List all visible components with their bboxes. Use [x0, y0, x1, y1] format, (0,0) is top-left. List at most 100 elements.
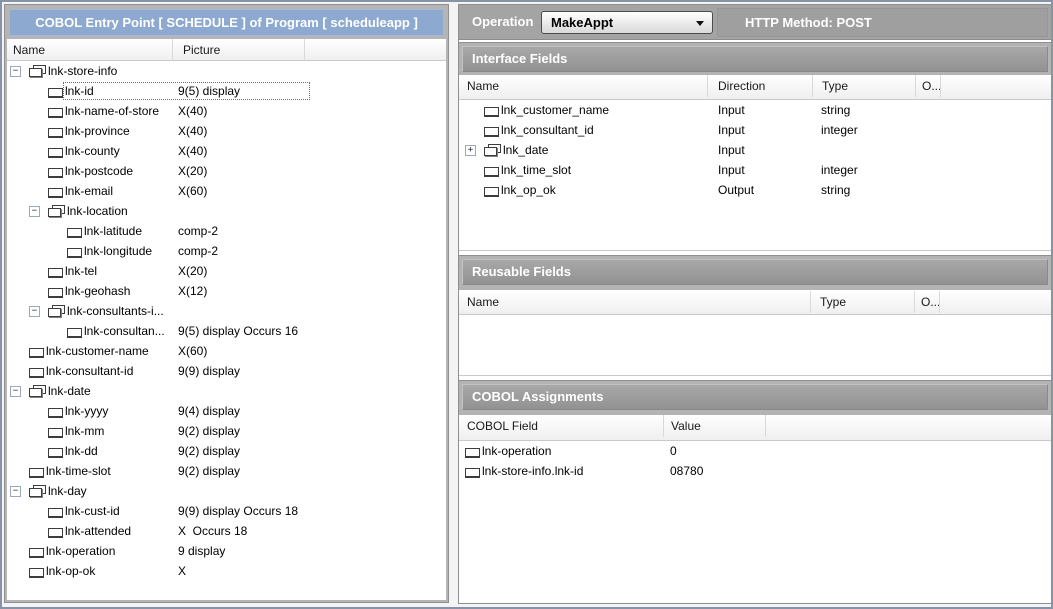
leaf-icon: [484, 165, 500, 176]
field-name: lnk-cust-id: [64, 504, 120, 518]
interface-field-row[interactable]: lnk_consultant_id Input integer: [459, 120, 1051, 140]
interface-field-row[interactable]: lnk_op_ok Output string: [459, 180, 1051, 200]
expand-toggle-icon[interactable]: +: [465, 145, 476, 156]
field-name: lnk-location: [66, 204, 128, 218]
tree-row[interactable]: lnk-geohash X(12): [7, 281, 446, 301]
tree-row[interactable]: lnk-id 9(5) display: [7, 81, 446, 101]
tree-row[interactable]: lnk-consultant-id 9(9) display: [7, 361, 446, 381]
field-name: lnk-dd: [64, 444, 98, 458]
tree-row[interactable]: lnk-op-ok X: [7, 561, 446, 581]
expand-toggle-icon[interactable]: −: [29, 206, 40, 217]
leaf-icon: [29, 546, 45, 557]
interface-fields-title: Interface Fields: [462, 46, 1048, 72]
expand-toggle-icon[interactable]: −: [10, 66, 21, 77]
column-header-occurs[interactable]: O...: [916, 75, 941, 97]
field-name: lnk-operation: [45, 544, 115, 558]
column-header-direction[interactable]: Direction: [708, 75, 813, 97]
field-value: 08780: [670, 461, 703, 481]
tree-row[interactable]: lnk-cust-id 9(9) display Occurs 18: [7, 501, 446, 521]
tree-row[interactable]: lnk-attended X Occurs 18: [7, 521, 446, 541]
field-name: lnk_date: [502, 143, 548, 157]
field-name: lnk-date: [47, 384, 91, 398]
field-picture: 9(4) display: [178, 401, 240, 421]
tree-row[interactable]: lnk-province X(40): [7, 121, 446, 141]
field-picture: 9(2) display: [178, 461, 240, 481]
interface-field-row[interactable]: lnk_customer_name Input string: [459, 100, 1051, 120]
interface-fields-section: Interface Fields: [459, 42, 1051, 75]
leaf-icon: [67, 246, 83, 257]
leaf-icon: [48, 86, 64, 97]
interface-field-row[interactable]: + lnk_date Input: [459, 140, 1051, 160]
field-cobol-field: lnk-operation: [481, 444, 551, 458]
column-header-name[interactable]: Name: [7, 39, 173, 61]
assignment-row[interactable]: lnk-operation 0: [459, 441, 1051, 461]
tree-row[interactable]: lnk-operation 9 display: [7, 541, 446, 561]
field-name: lnk-mm: [64, 424, 104, 438]
field-name: lnk_consultant_id: [500, 123, 594, 137]
field-name: lnk_op_ok: [500, 183, 556, 197]
leaf-icon: [29, 466, 45, 477]
column-header-type[interactable]: Type: [813, 75, 916, 97]
column-header-occurs[interactable]: O...: [915, 291, 940, 313]
field-name: lnk_customer_name: [500, 103, 609, 117]
field-picture: 9(5) display Occurs 16: [178, 321, 298, 341]
field-name: lnk-postcode: [64, 164, 133, 178]
column-header-name[interactable]: Name: [459, 291, 811, 313]
tree-row[interactable]: − lnk-day: [7, 481, 446, 501]
assignment-row[interactable]: lnk-store-info.lnk-id 08780: [459, 461, 1051, 481]
field-type: string: [821, 180, 850, 200]
field-value: 0: [670, 441, 677, 461]
interface-field-row[interactable]: lnk_time_slot Input integer: [459, 160, 1051, 180]
tree-row[interactable]: lnk-time-slot 9(2) display: [7, 461, 446, 481]
expand-toggle-icon[interactable]: −: [10, 486, 21, 497]
field-name: lnk-id: [64, 84, 94, 98]
column-header-picture[interactable]: Picture: [173, 39, 305, 61]
cobol-assignments-header: COBOL Field Value: [459, 415, 1051, 441]
tree-row[interactable]: − lnk-store-info: [7, 61, 446, 81]
group-icon: [29, 65, 47, 77]
tree-row[interactable]: lnk-longitude comp-2: [7, 241, 446, 261]
operation-dropdown[interactable]: MakeAppt: [541, 11, 713, 34]
column-header-value[interactable]: Value: [664, 415, 766, 437]
field-name: lnk-op-ok: [45, 564, 95, 578]
field-type: string: [821, 100, 850, 120]
tree-row[interactable]: lnk-consultan... 9(5) display Occurs 16: [7, 321, 446, 341]
field-name: lnk-latitude: [83, 224, 142, 238]
field-name: lnk-customer-name: [45, 344, 149, 358]
leaf-icon: [484, 185, 500, 196]
group-icon: [484, 144, 502, 156]
field-picture: 9(5) display: [178, 81, 240, 101]
leaf-icon: [48, 126, 64, 137]
tree-row[interactable]: lnk-dd 9(2) display: [7, 441, 446, 461]
field-name: lnk_time_slot: [500, 163, 571, 177]
tree-row[interactable]: lnk-county X(40): [7, 141, 446, 161]
tree-row[interactable]: lnk-postcode X(20): [7, 161, 446, 181]
tree-row[interactable]: lnk-tel X(20): [7, 261, 446, 281]
column-header-name[interactable]: Name: [459, 75, 708, 97]
tree-row[interactable]: − lnk-location: [7, 201, 446, 221]
tree-row[interactable]: lnk-latitude comp-2: [7, 221, 446, 241]
field-name: lnk-consultants-i...: [66, 304, 164, 318]
field-picture: 9 display: [178, 541, 225, 561]
http-method-label: HTTP Method: POST: [745, 9, 872, 36]
tree-row[interactable]: − lnk-consultants-i...: [7, 301, 446, 321]
leaf-icon: [48, 186, 64, 197]
tree-row[interactable]: − lnk-date: [7, 381, 446, 401]
leaf-icon: [48, 146, 64, 157]
field-picture: 9(2) display: [178, 441, 240, 461]
column-header-type[interactable]: Type: [811, 291, 915, 313]
tree-row[interactable]: lnk-customer-name X(60): [7, 341, 446, 361]
tree-row[interactable]: lnk-yyyy 9(4) display: [7, 401, 446, 421]
tree-row[interactable]: lnk-mm 9(2) display: [7, 421, 446, 441]
tree-row[interactable]: lnk-email X(60): [7, 181, 446, 201]
expand-toggle-icon[interactable]: −: [10, 386, 21, 397]
field-direction: Input: [718, 140, 745, 160]
field-picture: 9(2) display: [178, 421, 240, 441]
tree-row[interactable]: lnk-name-of-store X(40): [7, 101, 446, 121]
field-picture: X: [178, 561, 186, 581]
expand-toggle-icon[interactable]: −: [29, 306, 40, 317]
leaf-icon: [67, 226, 83, 237]
leaf-icon: [484, 105, 500, 116]
column-header-cobol-field[interactable]: COBOL Field: [459, 415, 664, 437]
field-name: lnk-consultant-id: [45, 364, 133, 378]
